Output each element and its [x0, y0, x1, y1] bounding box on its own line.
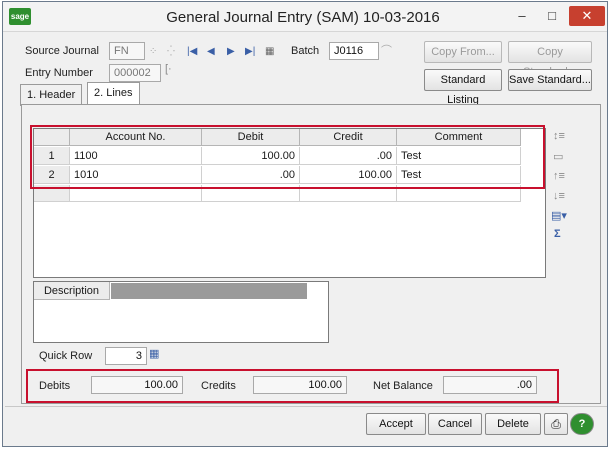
footer-separator: [5, 406, 607, 407]
delete-button[interactable]: Delete: [485, 413, 541, 435]
quick-row-lookup-icon[interactable]: ▦: [149, 347, 159, 360]
cancel-button[interactable]: Cancel: [428, 413, 482, 435]
entry-lookup-icon[interactable]: [·: [165, 63, 172, 75]
journal-entry-window: sage General Journal Entry (SAM) 10-03-2…: [2, 1, 608, 447]
standard-listing-button[interactable]: Standard Listing: [424, 69, 502, 106]
next-record-icon[interactable]: ▶: [227, 46, 235, 57]
net-balance-label: Net Balance: [373, 380, 433, 392]
lookup-icon[interactable]: ⁘: [149, 46, 157, 57]
batch-field[interactable]: J0116: [329, 42, 379, 60]
sage-logo: sage: [9, 8, 31, 25]
delete-row-icon[interactable]: ▭: [553, 150, 563, 163]
last-record-icon[interactable]: ▶|: [245, 46, 255, 57]
accept-button[interactable]: Accept: [366, 413, 426, 435]
printer-icon[interactable]: ⎙: [544, 413, 568, 435]
customize-grid-icon[interactable]: ▤▾: [551, 209, 567, 222]
net-balance-total: .00: [443, 376, 537, 394]
previous-record-icon[interactable]: ◀: [207, 46, 215, 57]
description-label: Description: [34, 282, 110, 300]
entry-number-label: Entry Number: [25, 67, 93, 79]
save-standard-button[interactable]: Save Standard...: [508, 69, 592, 91]
credits-label: Credits: [201, 380, 236, 392]
batch-label: Batch: [291, 45, 320, 57]
search-icon[interactable]: ⁛: [167, 46, 175, 57]
insert-row-icon[interactable]: ↕≡: [553, 130, 565, 142]
quick-row-label: Quick Row: [39, 350, 93, 362]
maximize-button[interactable]: □: [539, 6, 565, 26]
close-button[interactable]: ✕: [569, 6, 605, 26]
tab-header[interactable]: 1. Header: [20, 84, 83, 106]
copy-standard-button[interactable]: Copy Standard...: [508, 41, 592, 78]
title-bar: sage General Journal Entry (SAM) 10-03-2…: [3, 2, 607, 32]
source-journal-field[interactable]: FN: [109, 42, 145, 60]
debits-total: 100.00: [91, 376, 183, 394]
highlight-grid-rows: [30, 125, 545, 189]
minimize-button[interactable]: –: [509, 6, 535, 26]
source-journal-label: Source Journal: [25, 45, 99, 57]
window-title: General Journal Entry (SAM) 10-03-2016: [166, 9, 440, 26]
sum-icon[interactable]: Σ: [554, 228, 561, 240]
description-field[interactable]: [111, 283, 307, 299]
quick-row-field[interactable]: 3: [105, 347, 147, 365]
tab-lines[interactable]: 2. Lines: [87, 82, 140, 106]
debits-label: Debits: [39, 380, 71, 392]
entry-number-field[interactable]: 000002: [109, 64, 161, 82]
copy-from-button[interactable]: Copy From...: [424, 41, 502, 63]
description-box: Description: [33, 281, 329, 343]
credits-total: 100.00: [253, 376, 347, 394]
move-down-icon[interactable]: ↓≡: [553, 190, 565, 202]
first-record-icon[interactable]: |◀: [187, 46, 197, 57]
calendar-icon[interactable]: ▦: [265, 46, 274, 57]
move-up-icon[interactable]: ↑≡: [553, 170, 565, 182]
batch-lookup-icon[interactable]: ⌒: [381, 42, 392, 58]
help-icon[interactable]: ?: [570, 413, 594, 435]
